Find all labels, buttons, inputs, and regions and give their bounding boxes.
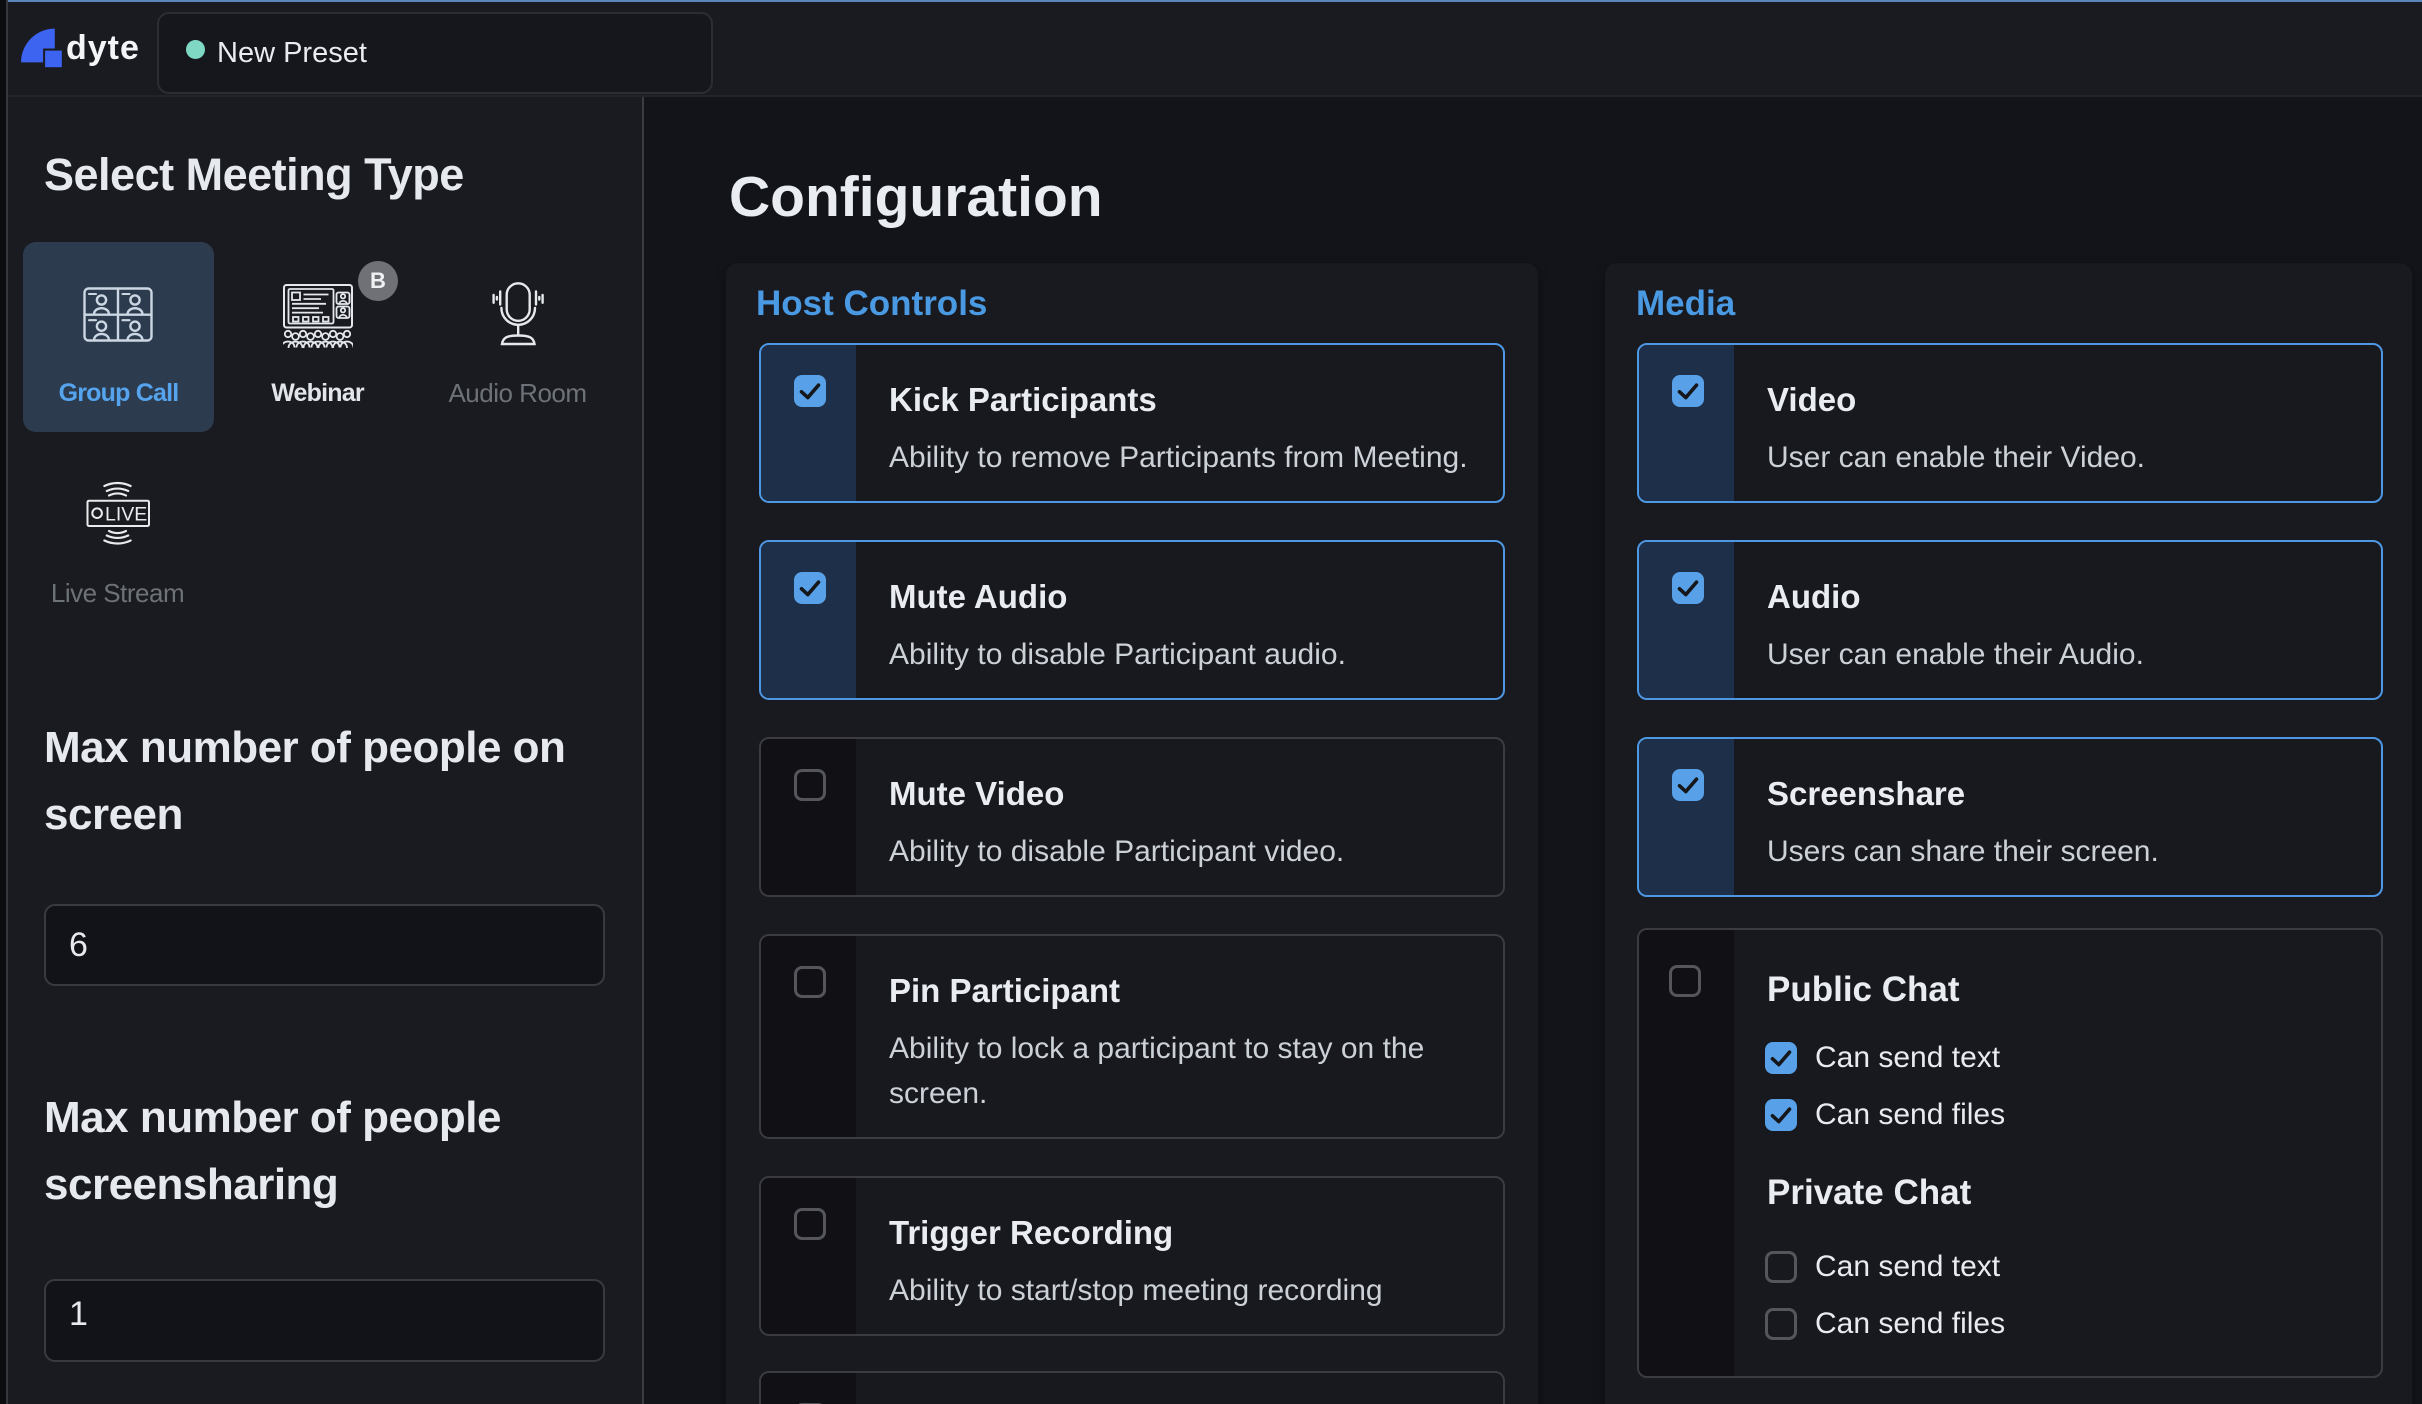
svg-text:LIVE: LIVE — [105, 504, 147, 526]
